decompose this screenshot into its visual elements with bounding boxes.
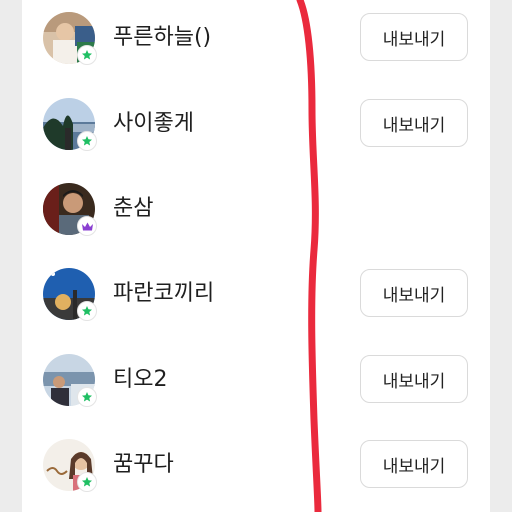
member-row: 사이좋게 내보내기 xyxy=(22,86,490,166)
member-row: 푸른하늘() 내보내기 xyxy=(22,0,490,80)
kick-member-button[interactable]: 내보내기 xyxy=(360,355,468,403)
member-row: 꿈꾸다 내보내기 xyxy=(22,427,490,507)
star-badge-icon xyxy=(77,472,97,492)
member-row: 춘삼 xyxy=(22,171,490,251)
member-row: 파란코끼리 내보내기 xyxy=(22,256,490,336)
member-name: 꿈꾸다 xyxy=(113,452,174,477)
member-name: 춘삼 xyxy=(113,196,154,221)
member-name: 푸른하늘() xyxy=(113,25,212,50)
crown-badge-icon xyxy=(77,216,97,236)
star-badge-icon xyxy=(77,301,97,321)
member-list-panel: 푸른하늘() 내보내기 사이좋게 내보내기 춘삼 파란코끼리 내보내기 티오2 … xyxy=(22,0,490,512)
kick-member-button[interactable]: 내보내기 xyxy=(360,99,468,147)
star-badge-icon xyxy=(77,387,97,407)
kick-member-button[interactable]: 내보내기 xyxy=(360,269,468,317)
member-name: 사이좋게 xyxy=(113,111,194,136)
kick-member-button[interactable]: 내보내기 xyxy=(360,13,468,61)
member-name: 파란코끼리 xyxy=(113,281,215,306)
star-badge-icon xyxy=(77,45,97,65)
member-name: 티오2 xyxy=(113,367,168,392)
kick-member-button[interactable]: 내보내기 xyxy=(360,440,468,488)
star-badge-icon xyxy=(77,131,97,151)
member-row: 티오2 내보내기 xyxy=(22,342,490,422)
